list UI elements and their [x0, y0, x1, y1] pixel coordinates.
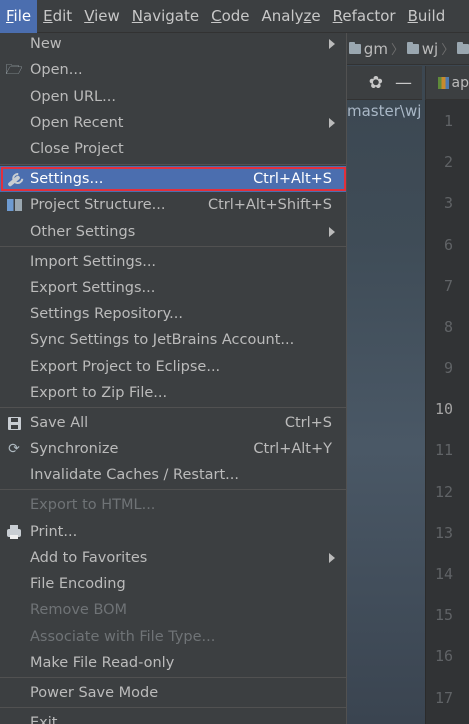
line-number: 2	[443, 153, 453, 171]
menu-item-exit[interactable]: Exit	[0, 710, 346, 724]
menu-separator	[0, 707, 346, 708]
gear-icon[interactable]: ✿	[369, 73, 383, 93]
menu-build[interactable]: Build	[402, 0, 452, 33]
menu-item-settings[interactable]: Settings... Ctrl+Alt+S	[0, 166, 346, 192]
menu-item-open-recent[interactable]: Open Recent	[0, 110, 346, 136]
folder-icon	[406, 41, 419, 54]
menu-item-associate-file-type: Associate with File Type...	[30, 629, 216, 645]
line-number: 16	[434, 647, 453, 665]
menu-item-sync-settings[interactable]: Sync Settings to JetBrains Account...	[0, 327, 346, 353]
menu-item-power-save-mode[interactable]: Power Save Mode	[0, 680, 346, 706]
line-number: 17	[434, 689, 453, 707]
menu-item-new[interactable]: New	[0, 33, 346, 57]
submenu-arrow-icon	[329, 227, 335, 237]
file-type-icon	[438, 76, 449, 89]
menu-item-open-url[interactable]: Open URL...	[0, 84, 346, 110]
menu-item-other-settings[interactable]: Other Settings	[0, 219, 346, 245]
breadcrumb: gm 〉 wj 〉	[347, 33, 469, 65]
sync-icon: ⟳	[8, 441, 20, 457]
menu-item-save-all[interactable]: Save All Ctrl+S	[0, 410, 346, 436]
menu-refactor[interactable]: Refactor	[327, 0, 402, 33]
line-number: 1	[443, 112, 453, 130]
save-icon	[5, 415, 23, 431]
line-number: 7	[443, 277, 453, 295]
folder-open-icon: 🗁	[5, 62, 23, 78]
wrench-icon	[5, 171, 23, 188]
menu-analyze[interactable]: Analyze	[256, 0, 327, 33]
menu-item-synchronize[interactable]: ⟳ Synchronize Ctrl+Alt+Y	[0, 436, 346, 462]
menu-item-export-settings[interactable]: Export Settings...	[0, 275, 346, 301]
menu-bar: File Edit View Navigate Code Analyze Ref…	[0, 0, 469, 33]
line-number: 11	[434, 441, 453, 459]
menu-item-add-to-favorites[interactable]: Add to Favorites	[0, 545, 346, 571]
menu-item-close-project[interactable]: Close Project	[0, 136, 346, 162]
line-number-gutter: 1 2 3 6 7 8 9 10 11 12 13 14 15 16 17	[425, 100, 469, 724]
editor-tab[interactable]: ap	[425, 66, 469, 100]
line-number: 8	[443, 318, 453, 336]
line-number: 14	[434, 565, 453, 583]
line-number: 13	[434, 524, 453, 542]
shortcut-label: Ctrl+Alt+Y	[253, 441, 332, 457]
menu-separator	[0, 407, 346, 408]
shortcut-label: Ctrl+S	[284, 415, 332, 431]
menu-item-project-structure[interactable]: Project Structure... Ctrl+Alt+Shift+S	[0, 192, 346, 218]
menu-item-file-encoding[interactable]: File Encoding	[0, 571, 346, 597]
shortcut-label: Ctrl+Alt+Shift+S	[207, 197, 332, 213]
print-icon	[5, 524, 23, 540]
menu-item-export-eclipse[interactable]: Export Project to Eclipse...	[0, 354, 346, 380]
menu-item-open[interactable]: 🗁 Open...	[0, 57, 346, 83]
folder-icon	[349, 41, 361, 54]
line-number: 3	[443, 194, 453, 212]
menu-code[interactable]: Code	[205, 0, 255, 33]
submenu-arrow-icon	[329, 118, 335, 128]
menu-item-export-zip[interactable]: Export to Zip File...	[0, 380, 346, 406]
line-number-current: 10	[434, 400, 453, 418]
menu-item-remove-bom: Remove BOM	[30, 602, 128, 618]
project-structure-icon	[5, 197, 23, 213]
line-number: 12	[434, 483, 453, 501]
submenu-arrow-icon	[329, 39, 335, 49]
menu-item-import-settings[interactable]: Import Settings...	[0, 249, 346, 275]
project-panel-toolbar: ✿ —	[347, 66, 422, 100]
line-number: 15	[434, 606, 453, 624]
menu-separator	[0, 489, 346, 490]
file-menu-dropdown: New 🗁 Open... Open URL... Open Recent Cl…	[0, 33, 347, 724]
line-number: 6	[443, 236, 453, 254]
menu-view[interactable]: View	[78, 0, 126, 33]
line-number: 9	[443, 359, 453, 377]
menu-item-print[interactable]: Print...	[0, 519, 346, 545]
minimize-icon[interactable]: —	[395, 73, 412, 93]
chevron-right-icon: 〉	[390, 43, 404, 58]
menu-separator	[0, 164, 346, 165]
menu-separator	[0, 246, 346, 247]
menu-item-export-html: Export to HTML...	[30, 497, 156, 513]
project-path: master\wj	[347, 102, 422, 120]
editor-tab-label: ap	[451, 74, 469, 91]
menu-edit[interactable]: Edit	[37, 0, 78, 33]
breadcrumb-item-gm[interactable]: gm	[364, 40, 388, 58]
menu-item-invalidate-caches[interactable]: Invalidate Caches / Restart...	[0, 462, 346, 488]
folder-icon	[457, 41, 469, 54]
chevron-right-icon: 〉	[441, 43, 455, 58]
menu-item-settings-repository[interactable]: Settings Repository...	[0, 301, 346, 327]
menu-navigate[interactable]: Navigate	[126, 0, 205, 33]
submenu-arrow-icon	[329, 553, 335, 563]
shortcut-label: Ctrl+Alt+S	[253, 171, 332, 187]
menu-item-make-read-only[interactable]: Make File Read-only	[0, 650, 346, 676]
breadcrumb-item-wj[interactable]: wj	[422, 40, 438, 58]
menu-separator	[0, 677, 346, 678]
menu-file[interactable]: File	[0, 0, 38, 33]
